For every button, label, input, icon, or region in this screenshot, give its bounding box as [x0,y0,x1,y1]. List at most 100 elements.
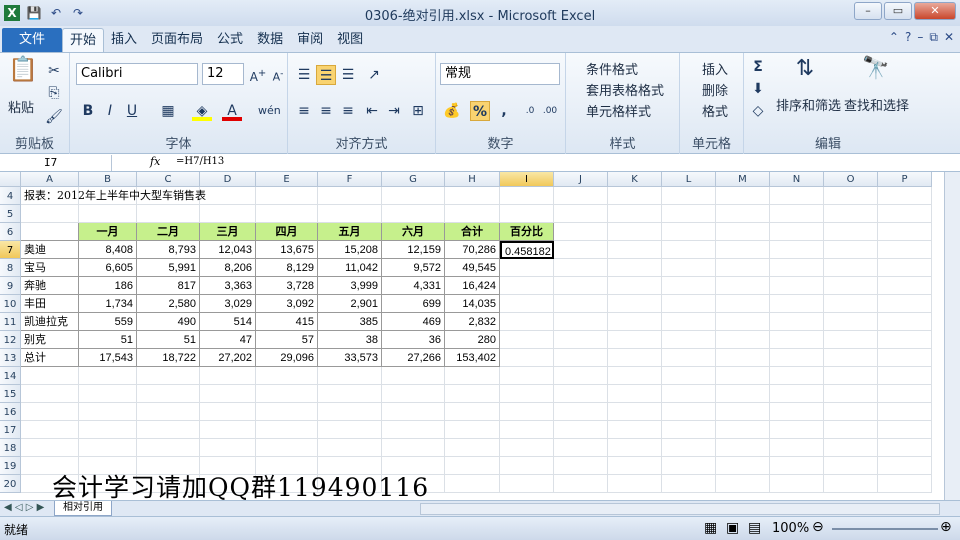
grid-cell[interactable] [445,421,500,439]
grid-cell[interactable] [554,439,608,457]
align-middle-icon[interactable]: ☰ [316,65,336,85]
grid-cell[interactable] [878,313,932,331]
grid-cell[interactable] [21,403,79,421]
row-header-10[interactable]: 10 [0,295,21,313]
grid-cell[interactable] [716,385,770,403]
row-header-6[interactable]: 6 [0,223,21,241]
font-size-box[interactable]: 12 [202,63,244,85]
grid-cell[interactable] [824,385,878,403]
grid-cell[interactable] [824,277,878,295]
column-header-f[interactable]: F [318,172,382,187]
grid-cell[interactable] [824,349,878,367]
grid-cell[interactable] [256,205,318,223]
grid-cell[interactable] [716,349,770,367]
grid-cell[interactable] [608,349,662,367]
row-header-11[interactable]: 11 [0,313,21,331]
grid-cell[interactable] [200,439,256,457]
row-label[interactable]: 总计 [21,349,79,367]
grid-cell[interactable] [608,187,662,205]
grid-cell[interactable] [500,421,554,439]
insert-cells-button[interactable]: 插入 [702,59,728,78]
grid-cell[interactable] [500,187,554,205]
grid-cell[interactable] [21,367,79,385]
bold-icon[interactable]: B [78,101,98,121]
row-header-7[interactable]: 7 [0,241,21,259]
grid-cell[interactable] [824,187,878,205]
fx-icon[interactable]: fx [150,155,160,168]
grid-cell[interactable] [21,439,79,457]
grid-cell[interactable] [500,205,554,223]
grid-cell[interactable] [500,295,554,313]
grid-cell[interactable] [500,475,554,493]
data-cell[interactable]: 8,206 [200,259,256,277]
data-cell[interactable]: 57 [256,331,318,349]
row-label[interactable]: 别克 [21,331,79,349]
row-header-9[interactable]: 9 [0,277,21,295]
zoom-in-icon[interactable]: ⊕ [940,519,952,535]
grid-cell[interactable] [445,367,500,385]
data-cell[interactable]: 14,035 [445,295,500,313]
number-format-box[interactable]: 常规 [440,63,560,85]
grid-cell[interactable] [79,439,137,457]
table-header[interactable]: 合计 [445,223,500,241]
grid-cell[interactable] [662,331,716,349]
row-header-17[interactable]: 17 [0,421,21,439]
phonetic-icon[interactable]: wén [258,101,281,121]
grid-cell[interactable] [770,475,824,493]
grid-cell[interactable] [79,403,137,421]
grid-cell[interactable] [554,187,608,205]
data-cell[interactable]: 47 [200,331,256,349]
data-cell[interactable]: 2,832 [445,313,500,331]
column-header-i[interactable]: I [500,172,554,187]
grid-cell[interactable] [200,403,256,421]
grid-cell[interactable] [662,205,716,223]
grid-cell[interactable] [256,385,318,403]
grid-cell[interactable] [608,241,662,259]
tab-formulas[interactable]: 公式 [210,28,250,52]
data-cell[interactable]: 3,363 [200,277,256,295]
grid-cell[interactable] [608,331,662,349]
delete-cells-button[interactable]: 删除 [702,80,728,99]
conditional-format-button[interactable]: 条件格式 [586,59,638,78]
grid-cell[interactable] [137,439,200,457]
name-box[interactable]: I7 [0,155,112,171]
row-header-5[interactable]: 5 [0,205,21,223]
grid-cell[interactable] [318,367,382,385]
grid-cell[interactable] [770,205,824,223]
grid-cell[interactable] [21,421,79,439]
table-header[interactable]: 百分比 [500,223,554,241]
grid-cell[interactable] [770,457,824,475]
copy-icon[interactable]: ⎘ [44,83,64,103]
table-header[interactable]: 六月 [382,223,445,241]
grid-cell[interactable] [770,421,824,439]
grid-cell[interactable] [500,277,554,295]
row-label[interactable]: 丰田 [21,295,79,313]
column-header-l[interactable]: L [662,172,716,187]
grid-cell[interactable] [716,457,770,475]
grid-cell[interactable] [608,223,662,241]
grid-cell[interactable] [256,421,318,439]
row-header-8[interactable]: 8 [0,259,21,277]
grid-cell[interactable] [608,367,662,385]
grid-cell[interactable] [318,439,382,457]
grid-cell[interactable] [500,331,554,349]
grid-cell[interactable] [662,277,716,295]
grid-cell[interactable] [137,205,200,223]
grid-cell[interactable] [662,313,716,331]
align-bottom-icon[interactable]: ☰ [338,65,358,85]
grid-cell[interactable] [137,385,200,403]
tab-page-layout[interactable]: 页面布局 [144,28,210,52]
grid-cell[interactable] [770,259,824,277]
underline-icon[interactable]: U [122,101,142,121]
grid-cell[interactable] [318,421,382,439]
increase-indent-icon[interactable]: ⇥ [384,101,404,121]
format-painter-icon[interactable]: 🖌 [44,107,64,127]
grid-cell[interactable] [445,187,500,205]
grid-cell[interactable] [382,421,445,439]
grow-font-icon[interactable]: A+ [248,64,268,84]
align-center-icon[interactable]: ≡ [316,101,336,121]
grid-cell[interactable] [445,439,500,457]
row-header-20[interactable]: 20 [0,475,21,493]
grid-cell[interactable] [716,421,770,439]
grid-cell[interactable] [256,403,318,421]
